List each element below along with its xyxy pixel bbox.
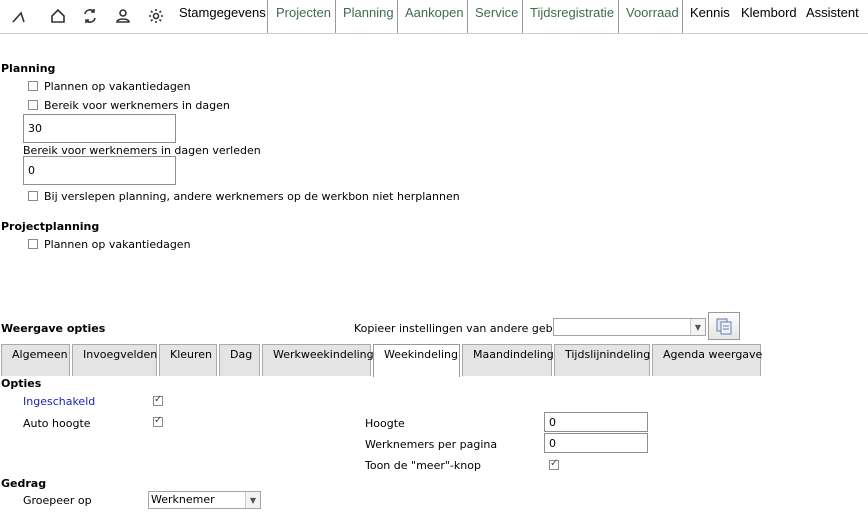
gedrag-section-title: Gedrag [1,477,47,490]
enabled-label: Ingeschakeld [23,395,96,408]
home-icon[interactable] [47,5,69,27]
nav-separator [682,0,683,33]
tab-invoegvelden[interactable]: Invoegvelden [72,344,157,376]
more-button-checkbox[interactable] [549,458,559,470]
planning-drag-checkbox[interactable] [28,191,38,201]
nav-assistent[interactable]: Assistent [806,0,859,25]
nav-aankopen[interactable]: Aankopen [405,0,464,25]
planning-section-title: Planning [1,62,56,75]
chevron-down-icon: ▼ [690,319,705,335]
refresh-icon[interactable] [79,5,101,27]
nav-voorraad[interactable]: Voorraad [626,0,679,25]
nav-kennis[interactable]: Kennis [690,0,730,25]
planning-range-label: Bereik voor werknemers in dagen [44,99,230,112]
projectplanning-vacation-checkbox[interactable] [28,239,38,249]
nav-separator [467,0,468,33]
height-input[interactable] [544,412,648,432]
nav-planning[interactable]: Planning [343,0,394,25]
copy-settings-button[interactable] [708,312,740,340]
group-by-value: Werknemer [151,493,215,506]
top-navigation-bar: Stamgegevens Projecten Planning Aankopen… [0,0,868,34]
nav-tijdsregistratie[interactable]: Tijdsregistratie [530,0,614,25]
planning-vacation-label: Plannen op vakantiedagen [44,80,191,93]
nav-separator [522,0,523,33]
copy-settings-select[interactable]: ▼ [553,318,706,336]
planning-past-input[interactable] [23,156,176,185]
nav-separator [267,0,268,33]
autoheight-label: Auto hoogte [23,417,91,430]
nav-separator [397,0,398,33]
user-icon[interactable] [112,5,134,27]
nav-projecten[interactable]: Projecten [276,0,331,25]
copy-settings-label: Kopieer instellingen van andere gebruike… [354,322,585,335]
tab-maandindeling[interactable]: Maandindeling [462,344,554,376]
perpage-input[interactable] [544,433,648,453]
projectplanning-section-title: Projectplanning [1,220,100,233]
planning-drag-label: Bij verslepen planning, andere werknemer… [44,190,460,203]
group-by-label: Groepeer op [23,494,92,507]
nav-separator [618,0,619,33]
planning-vacation-checkbox[interactable] [28,81,38,91]
tab-kleuren[interactable]: Kleuren [159,344,217,376]
logo-icon[interactable] [8,5,30,27]
gear-icon[interactable] [145,5,167,27]
nav-service[interactable]: Service [475,0,518,25]
tab-agenda-weergave[interactable]: Agenda weergave [652,344,762,376]
enabled-checkbox[interactable] [153,394,163,406]
planning-range-checkbox[interactable] [28,100,38,110]
opties-section-title: Opties [1,377,42,390]
tab-dag[interactable]: Dag [219,344,260,376]
height-label: Hoogte [365,417,405,430]
nav-stamgegevens[interactable]: Stamgegevens [179,0,266,25]
nav-separator [335,0,336,33]
nav-klembord[interactable]: Klembord [741,0,797,25]
copy-icon [716,318,732,335]
weergave-section-title: Weergave opties [1,322,106,335]
tab-algemeen[interactable]: Algemeen [1,344,70,376]
perpage-label: Werknemers per pagina [365,438,498,451]
planning-range-input[interactable] [23,114,176,143]
tab-tijdslijnindeling[interactable]: Tijdslijnindeling [554,344,650,376]
tab-werkweekindeling[interactable]: Werkweekindeling [262,344,374,376]
projectplanning-vacation-label: Plannen op vakantiedagen [44,238,191,251]
autoheight-checkbox[interactable] [153,415,163,427]
tab-weekindeling[interactable]: Weekindeling [373,344,460,377]
group-by-select[interactable]: Werknemer ▼ [148,491,261,509]
more-button-label: Toon de "meer"-knop [365,459,481,472]
chevron-down-icon: ▼ [245,492,260,508]
